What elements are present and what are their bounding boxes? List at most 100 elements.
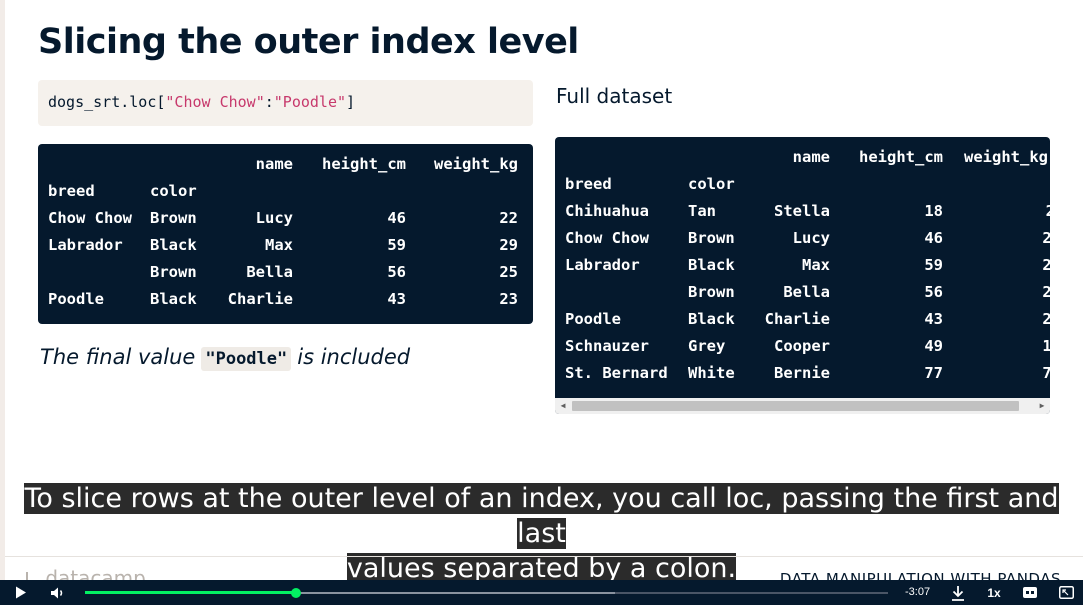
cell-name: Charlie — [227, 290, 293, 308]
column-header-name: name — [792, 148, 830, 166]
progress-played — [85, 591, 296, 594]
fullscreen-button[interactable] — [1055, 580, 1077, 605]
cell-weight: 25 — [499, 263, 518, 281]
cell-weight: 23 — [1042, 310, 1050, 328]
cell-name: Lucy — [792, 229, 830, 247]
volume-icon — [51, 587, 63, 598]
cell-height: 43 — [924, 310, 943, 328]
sliced-dataframe: name height_cm weight_kg breed color Cho… — [38, 144, 533, 324]
table-header-row: name height_cm weight_kg — [38, 155, 533, 182]
cell-color: White — [688, 364, 735, 382]
cell-breed: Chihuahua — [565, 202, 649, 220]
note-inline-code: "Poodle" — [201, 347, 292, 371]
cell-height: 56 — [924, 283, 943, 301]
cell-color: Grey — [688, 337, 726, 355]
volume-button[interactable] — [46, 580, 70, 605]
cell-breed: Labrador — [48, 236, 123, 254]
fullscreen-icon — [1058, 586, 1074, 599]
table-row: Poodle Black Charlie 43 23 — [38, 290, 533, 317]
table-row: Chihuahua Tan Stella 18 2 — [555, 202, 1050, 229]
code-separator: : — [264, 93, 274, 111]
table-row: Brown Bella 56 25 — [38, 263, 533, 290]
cell-name: Lucy — [255, 209, 293, 227]
table-row: Poodle Black Charlie 43 23 — [555, 310, 1050, 337]
table-row: Labrador Black Max 59 29 — [38, 236, 533, 263]
cell-height: 49 — [924, 337, 943, 355]
code-snippet: dogs_srt.loc["Chow Chow":"Poodle"] — [38, 80, 533, 126]
cell-breed: Poodle — [565, 310, 621, 328]
cell-weight: 22 — [1042, 229, 1050, 247]
cell-color: Black — [150, 236, 197, 254]
scroll-left-icon[interactable]: ◀ — [557, 400, 569, 412]
table-row: Labrador Black Max 59 29 — [555, 256, 1050, 283]
column-header-height: height_cm — [859, 148, 943, 166]
cell-color: Brown — [688, 283, 735, 301]
cell-name: Charlie — [764, 310, 830, 328]
cell-name: Cooper — [774, 337, 830, 355]
index-name-color: color — [150, 182, 197, 200]
index-name-breed: breed — [565, 175, 612, 193]
cell-weight: 29 — [499, 236, 518, 254]
cell-weight: 29 — [1042, 256, 1050, 274]
cell-weight: 25 — [1042, 283, 1050, 301]
column-header-name: name — [255, 155, 293, 173]
play-icon — [16, 586, 26, 599]
cell-color: Black — [688, 256, 735, 274]
cell-color: Brown — [688, 229, 735, 247]
table-row: Brown Bella 56 25 — [555, 283, 1050, 310]
cell-breed: Poodle — [48, 290, 104, 308]
progress-handle[interactable] — [291, 588, 301, 598]
video-controls: -3:07 1x — [0, 580, 1083, 605]
column-header-height: height_cm — [322, 155, 406, 173]
captions-icon — [1023, 587, 1037, 598]
captions-button[interactable] — [1019, 580, 1041, 605]
note-after: is included — [297, 345, 411, 369]
table-header-row: name height_cm weight_kg — [555, 148, 1050, 175]
cell-weight: 23 — [499, 290, 518, 308]
cell-breed: Chow Chow — [48, 209, 132, 227]
index-name-breed: breed — [48, 182, 95, 200]
full-dataframe[interactable]: name height_cm weight_kg breed color Chi… — [555, 137, 1050, 414]
cell-height: 46 — [387, 209, 406, 227]
note-text: The final value "Poodle" is included — [40, 345, 410, 371]
code-start-string: "Chow Chow" — [165, 93, 265, 111]
cell-color: Black — [150, 290, 197, 308]
code-prefix: dogs_srt.loc[ — [48, 93, 166, 111]
cell-name: Bella — [783, 283, 830, 301]
cell-height: 59 — [387, 236, 406, 254]
download-button[interactable] — [947, 580, 969, 605]
table-row: Schnauzer Grey Cooper 49 17 — [555, 337, 1050, 364]
subtitle-line-1: To slice rows at the outer level of an i… — [24, 483, 1059, 549]
column-header-weight: weight_kg — [964, 148, 1048, 166]
cell-height: 56 — [387, 263, 406, 281]
cell-height: 46 — [924, 229, 943, 247]
index-name-color: color — [688, 175, 735, 193]
slide-title: Slicing the outer index level — [38, 22, 579, 62]
cell-color: Black — [688, 310, 735, 328]
cell-breed: Schnauzer — [565, 337, 649, 355]
footer-divider — [5, 556, 1083, 557]
index-names-row: breed color — [555, 175, 1050, 202]
scroll-right-icon[interactable]: ▶ — [1036, 400, 1048, 412]
horizontal-scrollbar[interactable]: ◀ ▶ — [555, 398, 1050, 414]
cell-name: Bernie — [774, 364, 830, 382]
cell-color: Brown — [150, 263, 197, 281]
cell-color: Brown — [150, 209, 197, 227]
playback-speed-button[interactable]: 1x — [983, 580, 1005, 605]
play-button[interactable] — [10, 580, 32, 605]
cell-name: Stella — [774, 202, 830, 220]
cell-height: 77 — [924, 364, 943, 382]
cell-breed: Labrador — [565, 256, 640, 274]
scrollbar-thumb[interactable] — [572, 401, 1019, 411]
index-names-row: breed color — [38, 182, 533, 209]
cell-weight: 22 — [499, 209, 518, 227]
cell-height: 59 — [924, 256, 943, 274]
cell-weight: 17 — [1042, 337, 1050, 355]
code-end-string: "Poodle" — [273, 93, 347, 111]
cell-name: Max — [802, 256, 830, 274]
table-row: St. Bernard White Bernie 77 74 — [555, 364, 1050, 391]
cell-weight: 74 — [1042, 364, 1050, 382]
cell-breed: Chow Chow — [565, 229, 649, 247]
table-row: Chow Chow Brown Lucy 46 22 — [555, 229, 1050, 256]
note-before: The final value — [40, 345, 196, 369]
